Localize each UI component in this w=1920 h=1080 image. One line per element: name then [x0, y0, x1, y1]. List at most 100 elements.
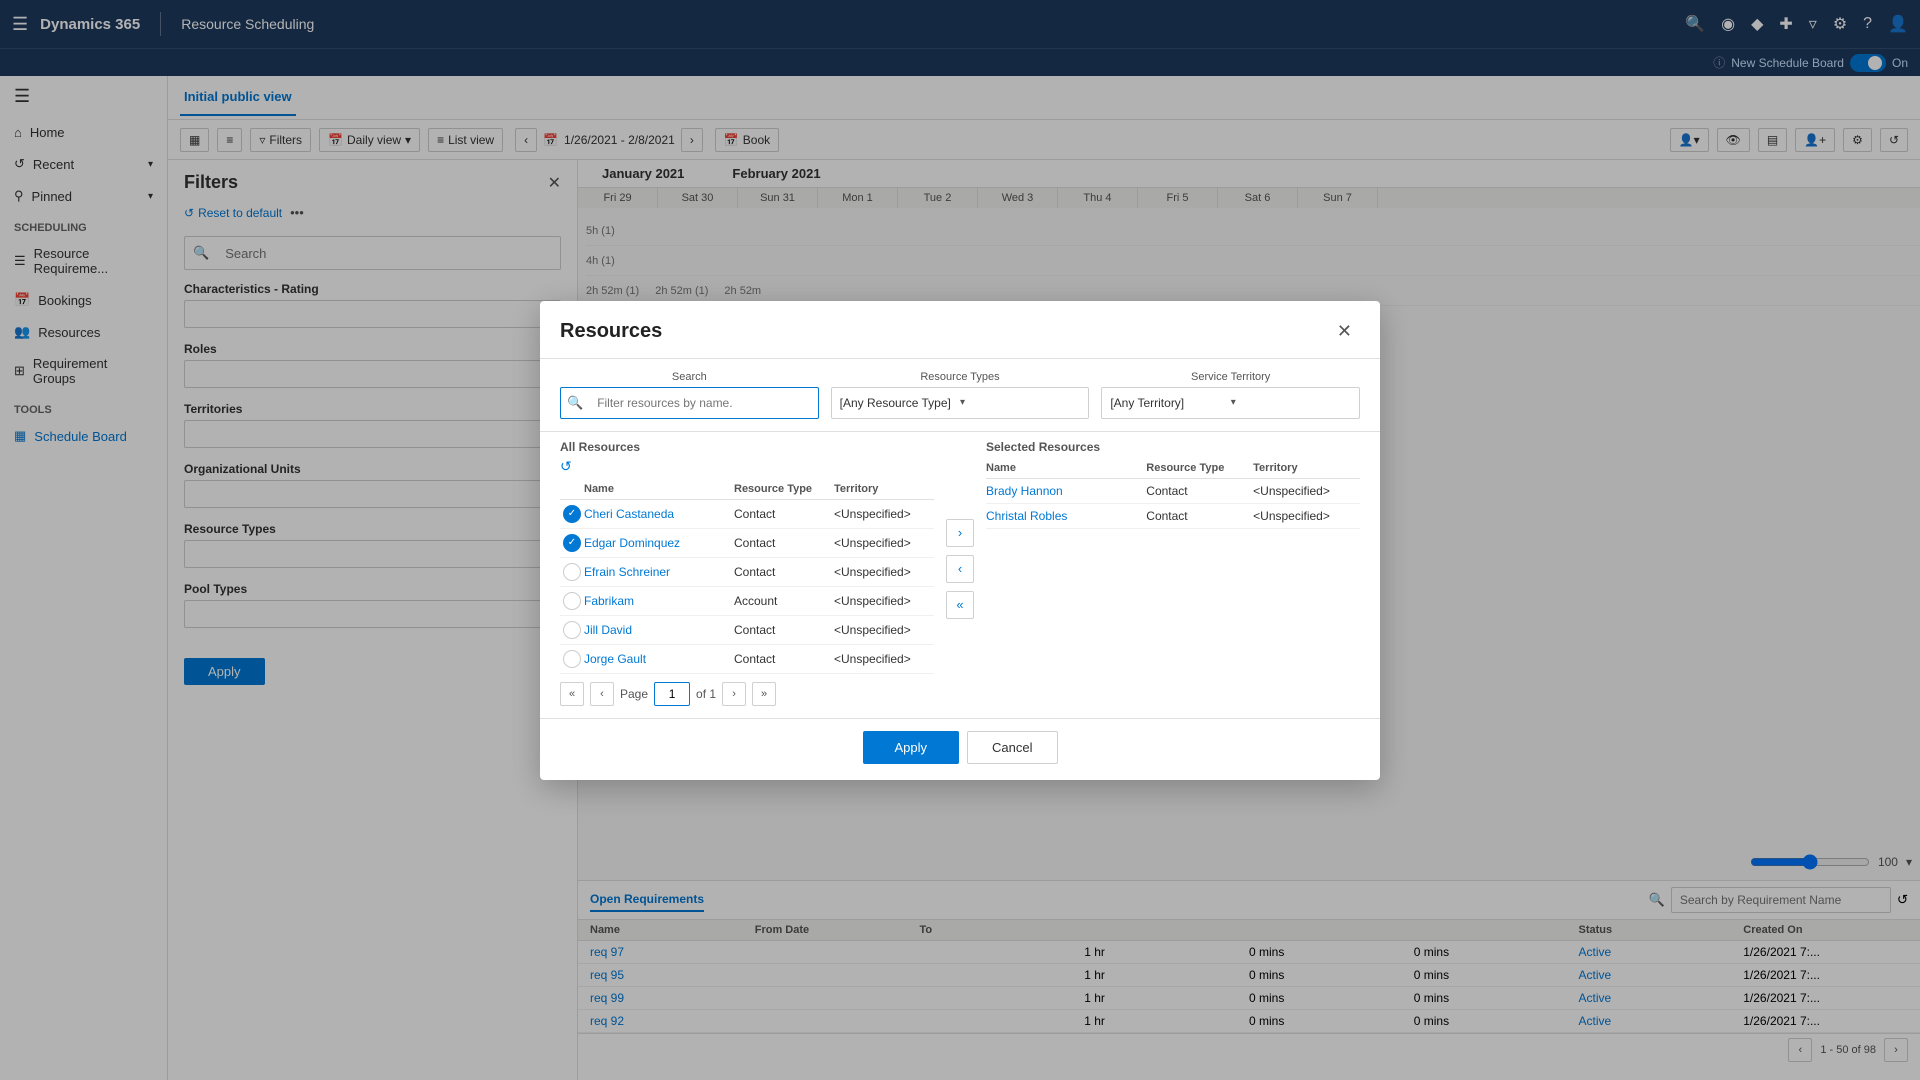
- service-territory-select[interactable]: [Any Territory] ▾: [1101, 387, 1360, 419]
- dialog-filters: Search 🔍 Resource Types [Any Resource Ty…: [540, 359, 1380, 432]
- all-resources-pane: All Resources ↺ Name Resource Type Terri…: [560, 432, 934, 706]
- resource-territory-cell: <Unspecified>: [834, 652, 934, 666]
- selected-resource-type-cell: Contact: [1146, 509, 1253, 523]
- resource-name-link[interactable]: Fabrikam: [584, 594, 634, 608]
- dialog-body: All Resources ↺ Name Resource Type Terri…: [540, 432, 1380, 718]
- selected-resource-type-cell: Contact: [1146, 484, 1253, 498]
- resource-territory-cell: <Unspecified>: [834, 594, 934, 608]
- resource-name-cell: Fabrikam: [584, 594, 734, 608]
- resource-types-filter-label: Resource Types: [831, 371, 1090, 383]
- all-resources-table-head: Name Resource Type Territory: [560, 479, 934, 500]
- checkbox-checked-icon[interactable]: ✓: [563, 534, 581, 552]
- search-icon: 🔍: [561, 395, 589, 411]
- check-cell: [560, 621, 584, 639]
- selected-resources-table-head: Name Resource Type Territory: [986, 458, 1360, 479]
- resource-name-link[interactable]: Efrain Schreiner: [584, 565, 670, 579]
- resource-types-select[interactable]: [Any Resource Type] ▾: [831, 387, 1090, 419]
- checkbox-empty-icon[interactable]: [563, 621, 581, 639]
- resource-territory-cell: <Unspecified>: [834, 536, 934, 550]
- checkbox-empty-icon[interactable]: [563, 592, 581, 610]
- resource-territory-cell: <Unspecified>: [834, 623, 934, 637]
- page-number-input[interactable]: [654, 682, 690, 706]
- check-cell: [560, 650, 584, 668]
- resource-territory-cell: <Unspecified>: [834, 565, 934, 579]
- page-prev-button[interactable]: ‹: [590, 682, 614, 706]
- resources-apply-button[interactable]: Apply: [863, 731, 960, 764]
- chevron-down-icon: ▾: [1231, 397, 1351, 408]
- all-resources-name-header: Name: [584, 483, 734, 495]
- list-item: Jorge Gault Contact <Unspecified>: [560, 645, 934, 674]
- resource-type-cell: Contact: [734, 565, 834, 579]
- selected-resources-pane: Selected Resources Name Resource Type Te…: [986, 432, 1360, 706]
- selected-name-header: Name: [986, 462, 1146, 474]
- checkbox-empty-icon[interactable]: [563, 563, 581, 581]
- resource-name-cell: Jill David: [584, 623, 734, 637]
- list-item: Efrain Schreiner Contact <Unspecified>: [560, 558, 934, 587]
- resource-name-link[interactable]: Jill David: [584, 623, 632, 637]
- selected-resource-name-cell: Brady Hannon: [986, 484, 1146, 498]
- list-item: ✓ Cheri Castaneda Contact <Unspecified>: [560, 500, 934, 529]
- checkbox-checked-icon[interactable]: ✓: [563, 505, 581, 523]
- selected-resource-territory-cell: <Unspecified>: [1253, 484, 1360, 498]
- all-resources-title: All Resources: [560, 432, 934, 458]
- resource-name-cell: Edgar Dominquez: [584, 536, 734, 550]
- check-cell: [560, 563, 584, 581]
- resource-name-cell: Cheri Castaneda: [584, 507, 734, 521]
- dialog-footer: Apply Cancel: [540, 718, 1380, 780]
- check-cell: [560, 592, 584, 610]
- service-territory-filter-group: Service Territory [Any Territory] ▾: [1101, 371, 1360, 419]
- resource-type-cell: Contact: [734, 536, 834, 550]
- resource-name-link[interactable]: Edgar Dominquez: [584, 536, 680, 550]
- page-label: Page: [620, 687, 648, 701]
- resources-cancel-button[interactable]: Cancel: [967, 731, 1057, 764]
- resource-type-cell: Contact: [734, 623, 834, 637]
- transfer-buttons: › ‹ «: [934, 432, 986, 706]
- move-all-left-button[interactable]: «: [946, 591, 974, 619]
- selected-resource-territory-cell: <Unspecified>: [1253, 509, 1360, 523]
- all-resources-pagination: « ‹ Page of 1 › »: [560, 674, 934, 706]
- list-item: ✓ Edgar Dominquez Contact <Unspecified>: [560, 529, 934, 558]
- resource-type-cell: Account: [734, 594, 834, 608]
- page-of-label: of 1: [696, 687, 716, 701]
- resource-name-cell: Efrain Schreiner: [584, 565, 734, 579]
- dialog-header: Resources ✕: [540, 301, 1380, 359]
- all-resources-territory-header: Territory: [834, 483, 934, 495]
- chevron-down-icon: ▾: [960, 397, 1080, 408]
- resource-name-link[interactable]: Jorge Gault: [584, 652, 646, 666]
- list-item: Christal Robles Contact <Unspecified>: [986, 504, 1360, 529]
- selected-resource-name-link[interactable]: Brady Hannon: [986, 484, 1063, 498]
- resource-name-search-input[interactable]: [589, 396, 817, 410]
- refresh-all-resources-icon[interactable]: ↺: [560, 458, 572, 475]
- page-last-button[interactable]: »: [752, 682, 776, 706]
- selected-resources-table-body: Brady Hannon Contact <Unspecified> Chris…: [986, 479, 1360, 529]
- search-filter-label: Search: [560, 371, 819, 383]
- resource-territory-cell: <Unspecified>: [834, 507, 934, 521]
- list-item: Brady Hannon Contact <Unspecified>: [986, 479, 1360, 504]
- selected-resource-name-link[interactable]: Christal Robles: [986, 509, 1067, 523]
- check-cell: ✓: [560, 534, 584, 552]
- dialog-title: Resources: [560, 320, 662, 343]
- move-left-button[interactable]: ‹: [946, 555, 974, 583]
- all-resources-type-header: Resource Type: [734, 483, 834, 495]
- resource-name-cell: Jorge Gault: [584, 652, 734, 666]
- selected-resources-title: Selected Resources: [986, 432, 1360, 458]
- list-item: Fabrikam Account <Unspecified>: [560, 587, 934, 616]
- list-item: Jill David Contact <Unspecified>: [560, 616, 934, 645]
- page-first-button[interactable]: «: [560, 682, 584, 706]
- checkbox-empty-icon[interactable]: [563, 650, 581, 668]
- selected-resource-name-cell: Christal Robles: [986, 509, 1146, 523]
- check-cell: ✓: [560, 505, 584, 523]
- all-resources-table-body: ✓ Cheri Castaneda Contact <Unspecified> …: [560, 500, 934, 674]
- service-territory-filter-label: Service Territory: [1101, 371, 1360, 383]
- resources-dialog: Resources ✕ Search 🔍 Resource Types [Any…: [540, 301, 1380, 780]
- page-next-button[interactable]: ›: [722, 682, 746, 706]
- selected-type-header: Resource Type: [1146, 462, 1253, 474]
- move-right-button[interactable]: ›: [946, 519, 974, 547]
- resource-type-cell: Contact: [734, 652, 834, 666]
- resource-search-bar: 🔍: [560, 387, 819, 419]
- resource-type-cell: Contact: [734, 507, 834, 521]
- modal-backdrop: Resources ✕ Search 🔍 Resource Types [Any…: [0, 0, 1920, 1080]
- close-dialog-button[interactable]: ✕: [1329, 317, 1360, 346]
- resource-types-filter-group: Resource Types [Any Resource Type] ▾: [831, 371, 1090, 419]
- resource-name-link[interactable]: Cheri Castaneda: [584, 507, 674, 521]
